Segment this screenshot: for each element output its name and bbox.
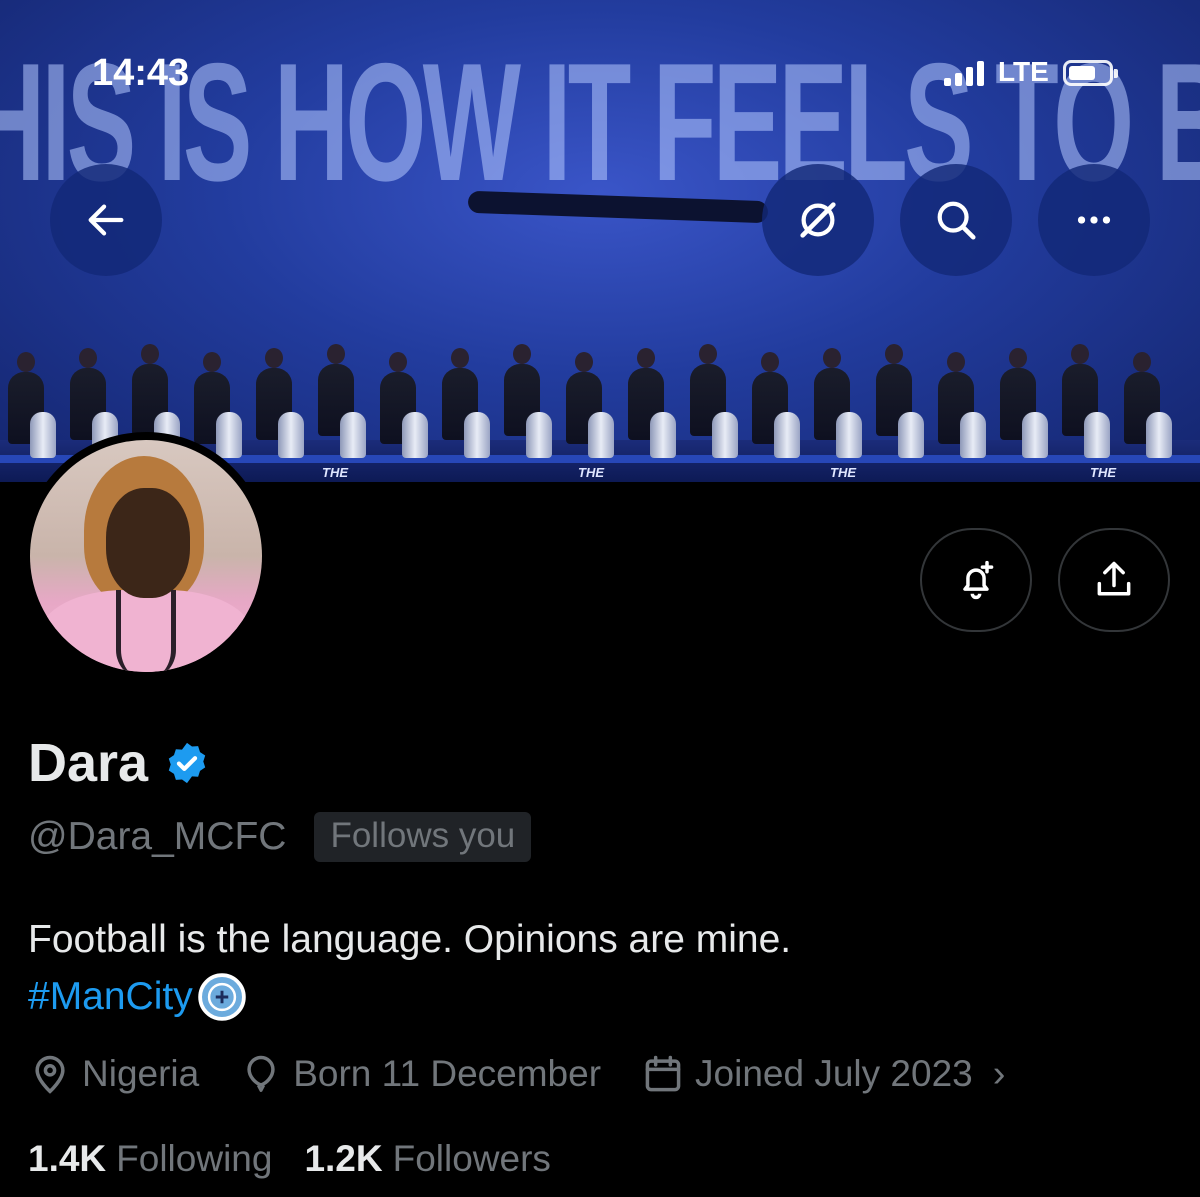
bio-hashtag-row: #ManCity — [28, 972, 247, 1022]
more-icon — [1077, 216, 1111, 224]
followers-label[interactable]: Followers — [393, 1138, 551, 1180]
stage-tag: THE — [578, 465, 604, 480]
stage-tag: THE — [1090, 465, 1116, 480]
stage-tag: THE — [322, 465, 348, 480]
banner-trophy — [588, 412, 614, 458]
banner-trophy — [960, 412, 986, 458]
balloon-icon — [247, 1055, 275, 1092]
profile-bio: Football is the language. Opinions are m… — [28, 918, 792, 961]
followers-count[interactable]: 1.2K — [304, 1138, 382, 1180]
signal-icon — [944, 61, 984, 86]
following-count[interactable]: 1.4K — [28, 1138, 106, 1180]
banner-trophy — [1146, 412, 1172, 458]
share-button[interactable] — [1058, 528, 1170, 632]
banner-trophy — [650, 412, 676, 458]
battery-icon — [1062, 60, 1118, 86]
more-button[interactable] — [1038, 164, 1150, 276]
location-pin-icon — [35, 1055, 65, 1094]
stage-tag: THE — [830, 465, 856, 480]
banner-trophy — [1022, 412, 1048, 458]
banner-trophy — [712, 412, 738, 458]
search-button[interactable] — [900, 164, 1012, 276]
bell-plus-icon — [963, 560, 994, 600]
verified-badge-icon[interactable] — [164, 740, 210, 786]
joined-text: Joined July 2023 — [695, 1053, 973, 1094]
follows-you-badge: Follows you — [314, 812, 532, 862]
follow-stats: 1.4K Following 1.2K Followers — [28, 1138, 583, 1180]
hashtag-link[interactable]: #ManCity — [28, 975, 193, 1019]
profile-meta-row: Nigeria Born 11 December Joined July 202… — [28, 1052, 1005, 1096]
birthday-text: Born 11 December — [293, 1053, 602, 1094]
share-icon — [1097, 561, 1131, 596]
birthday-item: Born 11 December — [239, 1052, 601, 1096]
network-type: LTE — [998, 56, 1049, 87]
banner-trophy — [402, 412, 428, 458]
status-indicators: LTE — [944, 56, 1118, 87]
banner-trophy — [464, 412, 490, 458]
profile-avatar[interactable] — [22, 432, 270, 680]
banner-trophy — [526, 412, 552, 458]
display-name: Dara — [28, 733, 149, 793]
banner-trophy — [216, 412, 242, 458]
following-label[interactable]: Following — [116, 1138, 272, 1180]
status-time: 14:43 — [92, 52, 190, 94]
banner-trophy — [30, 412, 56, 458]
location-item: Nigeria — [28, 1052, 199, 1096]
calendar-icon — [645, 1055, 681, 1092]
handle-row: @Dara_MCFC Follows you — [28, 812, 532, 862]
banner-trophy — [836, 412, 862, 458]
banner-trophy — [1084, 412, 1110, 458]
username-handle: @Dara_MCFC — [28, 815, 287, 858]
notifications-button[interactable] — [920, 528, 1032, 632]
grok-button[interactable] — [762, 164, 874, 276]
banner-trophy — [898, 412, 924, 458]
location-text: Nigeria — [82, 1053, 200, 1094]
profile-name-row: Dara — [28, 732, 210, 794]
chevron-right-icon[interactable]: › — [993, 1053, 1006, 1096]
mancity-crest-icon — [197, 972, 247, 1022]
arrow-left-icon — [88, 204, 124, 236]
banner-trophy — [774, 412, 800, 458]
banner-trophy — [340, 412, 366, 458]
joined-item[interactable]: Joined July 2023 — [641, 1052, 973, 1096]
avatar-photo — [30, 440, 262, 672]
back-button[interactable] — [50, 164, 162, 276]
banner-trophy — [278, 412, 304, 458]
search-icon — [937, 201, 976, 240]
grok-icon — [800, 202, 836, 238]
